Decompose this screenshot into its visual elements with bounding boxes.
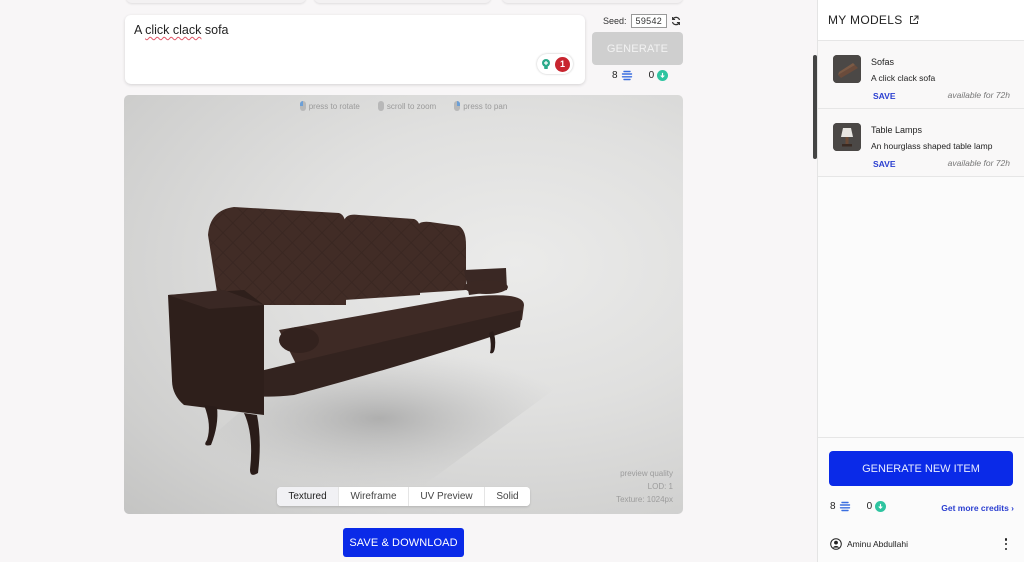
user-account[interactable]: Aminu Abdullahi	[830, 538, 908, 550]
generation-credits-icon	[839, 501, 850, 512]
save-download-button[interactable]: SAVE & DOWNLOAD	[343, 528, 464, 557]
hint-label: press to pan	[463, 101, 508, 111]
sidebar-credits-summary: 8 0	[830, 501, 887, 512]
more-options-icon[interactable]	[1004, 538, 1008, 550]
generation-credits-count: 8	[612, 70, 618, 81]
download-credits-icon	[875, 501, 887, 512]
sofa-left-arm	[168, 290, 264, 415]
prompt-text[interactable]: A click clack sofa	[134, 23, 229, 37]
lightbulb-icon[interactable]	[540, 58, 552, 70]
generation-credits-count: 8	[830, 501, 836, 512]
seed-input[interactable]: 59542	[630, 14, 668, 28]
prompt-text-part: sofa	[201, 23, 229, 37]
tab-solid[interactable]: Solid	[485, 487, 530, 506]
tab-wireframe[interactable]: Wireframe	[339, 487, 409, 506]
my-models-sidebar: MY MODELS Sofas A click clack sofa SAVE …	[817, 0, 1024, 562]
seed-label: Seed:	[603, 16, 627, 26]
download-credits-icon	[657, 70, 669, 81]
viewer-hints: press to rotate scroll to zoom press to …	[124, 101, 683, 111]
quality-label: preview quality	[620, 469, 673, 478]
sidebar-footer: GENERATE NEW ITEM Get more credits › Ami…	[818, 437, 1024, 562]
prompt-input[interactable]: A click clack sofa 1	[125, 15, 585, 84]
hint-zoom: scroll to zoom	[377, 101, 437, 111]
hint-rotate: press to rotate	[299, 101, 360, 111]
prompt-suggestions[interactable]: 1	[537, 54, 573, 74]
3d-model-viewer[interactable]: press to rotate scroll to zoom press to …	[124, 95, 683, 514]
generate-new-item-button[interactable]: GENERATE NEW ITEM	[829, 451, 1013, 486]
sidebar-title: MY MODELS	[828, 13, 903, 27]
model-title: Table Lamps	[871, 125, 923, 135]
user-avatar-icon	[830, 538, 842, 550]
prompt-text-part: A	[134, 23, 146, 37]
lod-label: LOD: 1	[647, 482, 673, 491]
model-list-item[interactable]: Sofas A click clack sofa SAVE available …	[818, 41, 1024, 109]
download-credits-count: 0	[648, 70, 655, 81]
category-card[interactable]	[126, 0, 306, 3]
model-thumbnail-sofa	[833, 55, 861, 83]
mouse-right-icon	[454, 101, 461, 111]
generation-credits-icon	[621, 70, 632, 81]
model-list-item[interactable]: Table Lamps An hourglass shaped table la…	[818, 109, 1024, 177]
sofa-back-cushion-right	[418, 221, 466, 293]
sofa-back-cushion-left	[208, 207, 346, 305]
external-link-icon[interactable]	[909, 15, 919, 25]
mouse-left-icon	[299, 101, 306, 111]
category-card[interactable]	[502, 0, 683, 3]
main-panel: A click clack sofa 1 Seed: 59542 GENERAT…	[0, 0, 817, 562]
category-card[interactable]	[314, 0, 491, 3]
mouse-scroll-icon	[377, 101, 384, 111]
model-save-button[interactable]: SAVE	[873, 91, 896, 101]
credits-summary: 8 0	[612, 70, 669, 81]
refresh-icon[interactable]	[671, 16, 681, 26]
render-quality-info: preview quality LOD: 1 Texture: 1024px	[616, 467, 673, 506]
sofa-left-bolster	[279, 327, 319, 353]
tab-textured[interactable]: Textured	[277, 487, 339, 506]
model-save-button[interactable]: SAVE	[873, 159, 896, 169]
model-title: Sofas	[871, 57, 895, 67]
sofa-back-cushion-middle	[344, 214, 420, 300]
hint-label: scroll to zoom	[386, 101, 437, 111]
sidebar-header: MY MODELS	[818, 0, 1024, 41]
prompt-text-misspelled: click clack	[145, 23, 202, 37]
sofa-right-bolster	[464, 280, 508, 294]
model-description: A click clack sofa	[871, 73, 936, 83]
download-credits-count: 0	[866, 501, 873, 512]
model-description: An hourglass shaped table lamp	[871, 141, 993, 151]
view-mode-tabs: Textured Wireframe UV Preview Solid	[277, 487, 530, 506]
generate-button[interactable]: GENERATE	[592, 32, 683, 65]
hint-label: press to rotate	[308, 101, 360, 111]
model-availability: available for 72h	[947, 158, 1010, 168]
suggestion-count-badge[interactable]: 1	[555, 56, 570, 72]
user-name: Aminu Abdullahi	[847, 539, 908, 549]
seed-row: Seed: 59542	[603, 14, 681, 28]
tab-uv-preview[interactable]: UV Preview	[409, 487, 485, 506]
model-thumbnail-lamp	[833, 123, 861, 151]
get-more-credits-link[interactable]: Get more credits ›	[941, 503, 1014, 513]
model-availability: available for 72h	[947, 90, 1010, 100]
texture-label: Texture: 1024px	[616, 495, 673, 504]
hint-pan: press to pan	[454, 101, 507, 111]
sofa-3d-model[interactable]	[124, 95, 683, 514]
